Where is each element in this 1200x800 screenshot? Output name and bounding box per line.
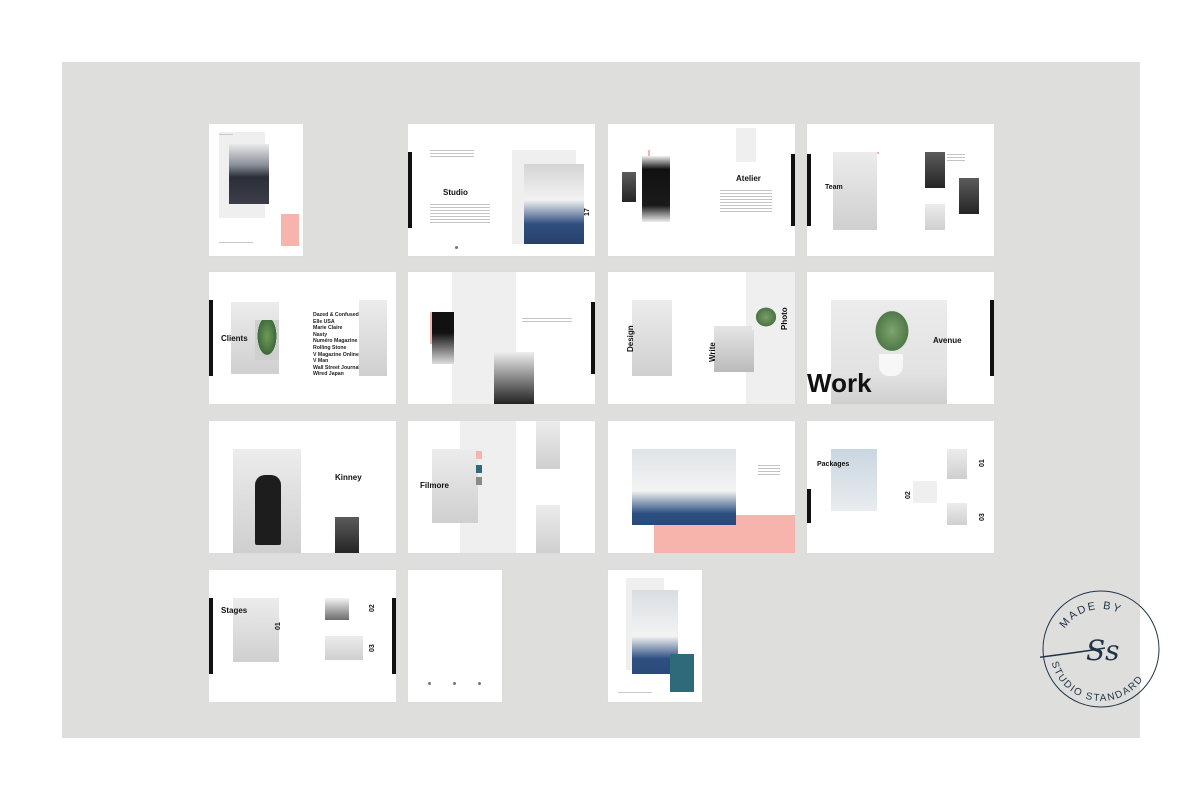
- design-title: Design: [626, 325, 635, 352]
- stages-spread: Stages 01 02 03: [209, 570, 396, 702]
- work-title: Work: [807, 368, 872, 398]
- photo-title: Photo: [780, 307, 789, 330]
- clients-list: Dazed & Confused Elle USA Marie Claire N…: [313, 312, 360, 378]
- team-title: Team: [825, 184, 843, 191]
- cover-photo: [229, 144, 269, 204]
- team-spread: Team: [807, 124, 994, 256]
- atelier-spread: Atelier: [608, 124, 795, 256]
- filmore-title: Filmore: [420, 481, 449, 490]
- studio-title: Studio: [443, 188, 468, 197]
- pink-block-spread: [608, 421, 795, 553]
- quote-spread: [408, 272, 595, 404]
- packages-photo: [831, 449, 877, 511]
- cover-page: [209, 124, 303, 256]
- atelier-photo: [642, 156, 670, 222]
- design-write-photo-spread: Design Write Photo: [608, 272, 795, 404]
- kinney-spread: Kinney: [209, 421, 396, 553]
- woman-photo: [632, 449, 736, 525]
- atelier-title: Atelier: [736, 174, 761, 183]
- mockup-backdrop: Studio 17 Atelier Team Clients Dazed & C…: [62, 62, 1140, 738]
- pink-block: [281, 214, 299, 246]
- seal-top-text: MADE BY: [1057, 600, 1123, 631]
- filmore-spread: Filmore: [408, 421, 595, 553]
- team-photo: [833, 152, 877, 230]
- back-cover: [608, 570, 702, 702]
- stages-title: Stages: [221, 606, 248, 615]
- packages-title: Packages: [817, 461, 850, 468]
- write-title: Write: [708, 342, 717, 362]
- packages-spread: Packages 02 01 03: [807, 421, 994, 553]
- blank-page: [408, 570, 502, 702]
- kinney-title: Kinney: [335, 473, 362, 482]
- clients-title: Clients: [221, 334, 248, 343]
- studio-spread: Studio 17: [408, 124, 595, 256]
- clients-spread: Clients Dazed & Confused Elle USA Marie …: [209, 272, 396, 404]
- avenue-title: Avenue: [933, 336, 962, 345]
- work-avenue-spread: Avenue Work: [807, 272, 994, 404]
- made-by-studio-standard-seal: MADE BY STUDIO STANDARD Ss: [1040, 590, 1160, 708]
- studio-photo: [524, 164, 584, 244]
